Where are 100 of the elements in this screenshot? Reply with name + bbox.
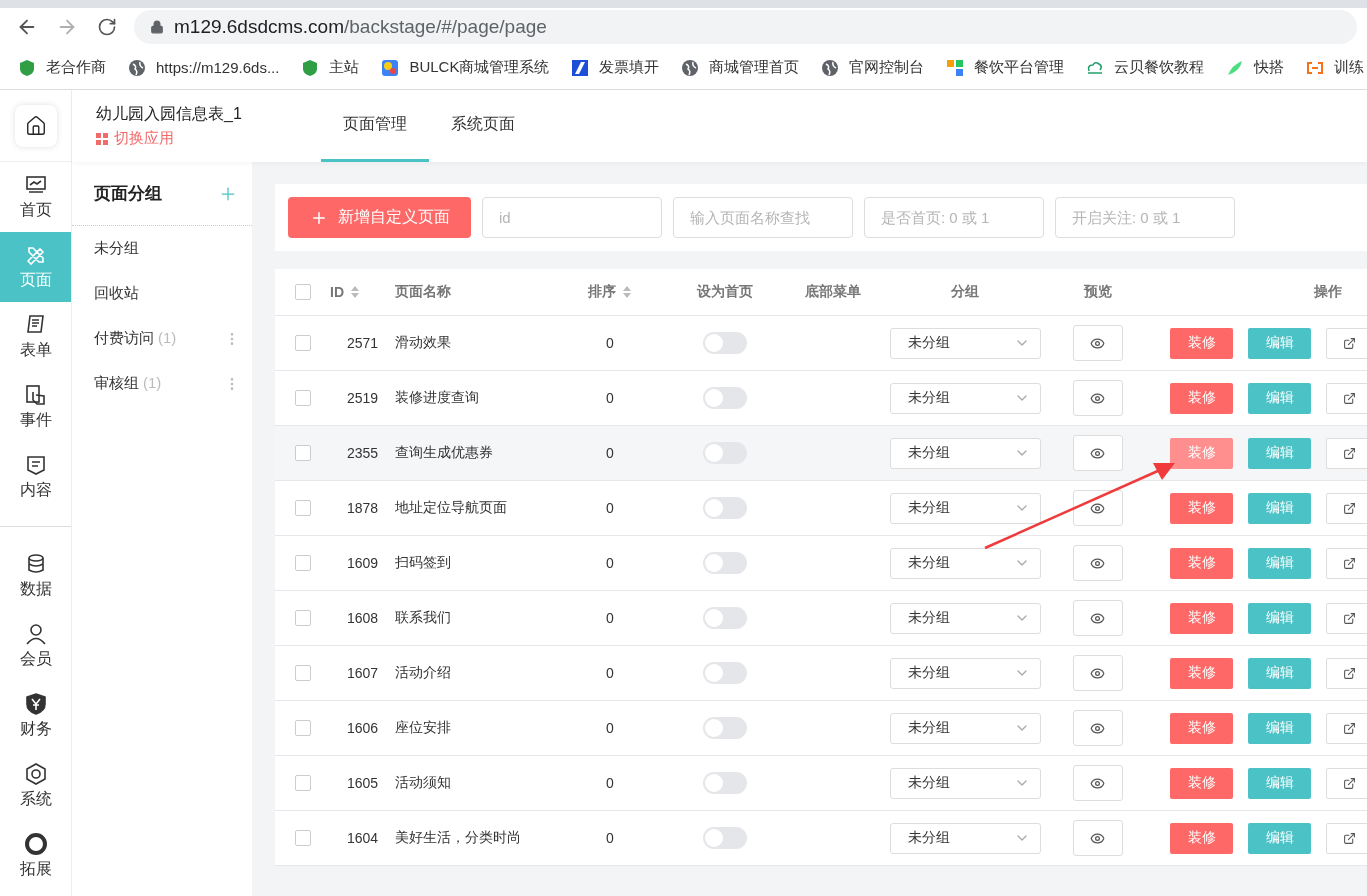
- column-header[interactable]: 排序: [588, 283, 632, 301]
- group-select[interactable]: 未分组: [889, 437, 1041, 469]
- group-select[interactable]: 未分组: [889, 767, 1041, 799]
- row-checkbox[interactable]: [294, 335, 311, 351]
- row-checkbox[interactable]: [294, 830, 311, 846]
- filter-field[interactable]: 是否首页: 0 或 1: [864, 197, 1044, 238]
- home-button[interactable]: [14, 104, 57, 147]
- eye-icon: [1090, 665, 1105, 681]
- bookmark[interactable]: 老合作商: [18, 58, 106, 77]
- preview-button[interactable]: [1072, 545, 1123, 581]
- bookmark[interactable]: 主站: [301, 58, 360, 77]
- document-icon: [24, 453, 47, 476]
- table-row[interactable]: 2355 查询生成优惠券 0 未分组 装修 编辑: [275, 426, 1367, 481]
- filter-field[interactable]: id: [482, 197, 662, 238]
- reload-icon: [97, 17, 117, 37]
- open-link-button[interactable]: [1326, 437, 1367, 469]
- open-link-button[interactable]: [1326, 822, 1367, 854]
- row-checkbox[interactable]: [294, 390, 311, 406]
- open-link-button[interactable]: [1326, 492, 1367, 524]
- table-cell: 美好生活，分类时尚: [395, 829, 521, 847]
- eye-icon: [1090, 335, 1105, 351]
- preview-button[interactable]: [1072, 490, 1123, 526]
- filter-field[interactable]: 开启关注: 0 或 1: [1055, 197, 1235, 238]
- group-item[interactable]: 付费访问 (1): [72, 316, 252, 361]
- table-cell: 1878: [346, 500, 379, 516]
- homepage-toggle[interactable]: [703, 662, 747, 684]
- sort-icon: [350, 285, 360, 299]
- eye-icon: [1090, 445, 1105, 461]
- eye-icon: [1090, 775, 1105, 791]
- table-cell: 1609: [346, 555, 379, 571]
- preview-button[interactable]: [1072, 765, 1123, 801]
- preview-button[interactable]: [1072, 435, 1123, 471]
- open-link-button[interactable]: [1326, 547, 1367, 579]
- bookmark[interactable]: 训练: [1306, 58, 1365, 77]
- homepage-toggle[interactable]: [703, 827, 747, 849]
- preview-button[interactable]: [1072, 325, 1123, 361]
- preview-button[interactable]: [1072, 820, 1123, 856]
- open-link-button[interactable]: [1326, 657, 1367, 689]
- table-cell: 座位安排: [395, 719, 451, 737]
- group-item[interactable]: 审核组 (1): [72, 361, 252, 406]
- preview-button[interactable]: [1072, 380, 1123, 416]
- preview-button[interactable]: [1072, 600, 1123, 636]
- column-header[interactable]: ID: [330, 284, 360, 300]
- bookmark[interactable]: 官网控制台: [821, 58, 925, 77]
- row-checkbox[interactable]: [294, 775, 311, 791]
- preview-button[interactable]: [1072, 710, 1123, 746]
- homepage-toggle[interactable]: [703, 497, 747, 519]
- homepage-toggle[interactable]: [703, 607, 747, 629]
- homepage-toggle[interactable]: [703, 332, 747, 354]
- bookmark[interactable]: 餐饮平台管理: [946, 58, 1065, 77]
- select-all-checkbox[interactable]: [294, 284, 311, 300]
- table-cell: 0: [606, 390, 614, 406]
- open-link-button[interactable]: [1326, 712, 1367, 744]
- bookmark[interactable]: 快搭: [1226, 58, 1285, 77]
- table-cell: 2355: [346, 445, 379, 461]
- table-cell: 0: [606, 665, 614, 681]
- row-checkbox[interactable]: [294, 610, 311, 626]
- table-cell: 1608: [346, 610, 379, 626]
- bookmark[interactable]: 发票填开: [571, 58, 660, 77]
- homepage-toggle[interactable]: [703, 717, 747, 739]
- group-select[interactable]: 未分组: [889, 657, 1041, 689]
- group-item[interactable]: 未分组: [72, 226, 252, 271]
- group-select[interactable]: 未分组: [889, 382, 1041, 414]
- group-item[interactable]: 回收站: [72, 271, 252, 316]
- preview-button[interactable]: [1072, 655, 1123, 691]
- row-checkbox[interactable]: [294, 500, 311, 516]
- bookmark[interactable]: https://m129.6ds...: [128, 58, 280, 77]
- homepage-toggle[interactable]: [703, 772, 747, 794]
- eye-icon: [1090, 390, 1105, 406]
- open-link-button[interactable]: [1326, 382, 1367, 414]
- address-bar[interactable]: m129.6dsdcms.com/backstage/#/page/page: [134, 10, 1357, 44]
- globe-icon: [681, 58, 700, 77]
- tab[interactable]: 系统页面: [429, 90, 537, 162]
- group-select[interactable]: 未分组: [889, 327, 1041, 359]
- row-checkbox[interactable]: [294, 720, 311, 736]
- eye-icon: [1090, 500, 1105, 516]
- open-link-button[interactable]: [1326, 602, 1367, 634]
- homepage-toggle[interactable]: [703, 387, 747, 409]
- group-select[interactable]: 未分组: [889, 547, 1041, 579]
- eye-icon: [1090, 830, 1105, 846]
- row-checkbox[interactable]: [294, 445, 311, 461]
- row-checkbox[interactable]: [294, 665, 311, 681]
- bookmark[interactable]: 商城管理首页: [681, 58, 800, 77]
- tiles-icon: [946, 58, 965, 77]
- group-select[interactable]: 未分组: [889, 492, 1041, 524]
- filter-field[interactable]: 输入页面名称查找: [673, 197, 853, 238]
- bookmark[interactable]: BULCK商城管理系统: [381, 58, 550, 77]
- homepage-toggle[interactable]: [703, 552, 747, 574]
- group-select[interactable]: 未分组: [889, 712, 1041, 744]
- external-link-icon: [1342, 666, 1356, 680]
- open-link-button[interactable]: [1326, 767, 1367, 799]
- lifebuoy-icon: [24, 832, 47, 855]
- group-select[interactable]: 未分组: [889, 822, 1041, 854]
- home-icon: [24, 114, 47, 137]
- group-select[interactable]: 未分组: [889, 602, 1041, 634]
- homepage-toggle[interactable]: [703, 442, 747, 464]
- row-checkbox[interactable]: [294, 555, 311, 571]
- open-link-button[interactable]: [1326, 327, 1367, 359]
- bookmark[interactable]: 云贝餐饮教程: [1086, 58, 1205, 77]
- external-link-icon: [1342, 336, 1356, 350]
